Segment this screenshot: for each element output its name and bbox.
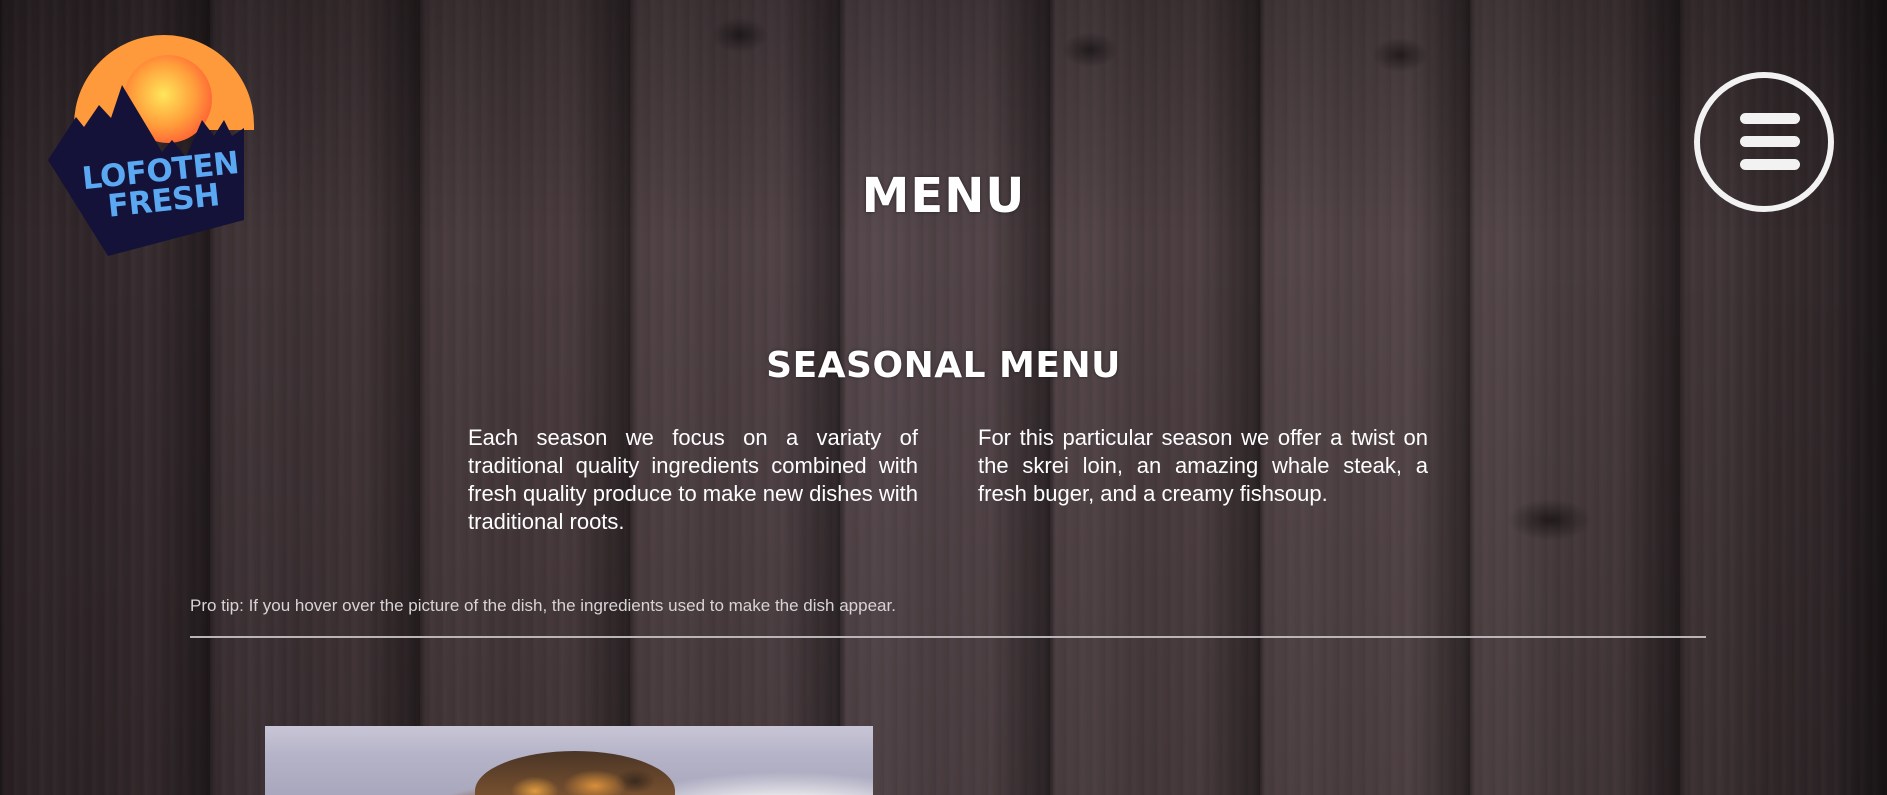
dish-image-card[interactable]: [265, 726, 873, 795]
logo-emblem-icon: [48, 35, 254, 256]
lofoten-fresh-logo[interactable]: LOFOTEN FRESH: [44, 30, 274, 260]
page: LOFOTEN FRESH MENU SEASONAL MENU Each se…: [0, 0, 1887, 795]
menu-bar-top: [1740, 113, 1800, 124]
seasonal-menu-title: SEASONAL MENU: [766, 345, 1121, 386]
pro-tip-text: Pro tip: If you hover over the picture o…: [190, 596, 896, 615]
seasonal-intro-text: Each season we focus on a variaty of tra…: [468, 425, 919, 534]
section-divider: [190, 636, 1706, 638]
dish-photo: [475, 751, 675, 795]
menu-bar-middle: [1740, 136, 1800, 147]
page-title: MENU: [861, 168, 1026, 224]
seasonal-offer-text: For this particular season we offer a tw…: [978, 425, 1428, 506]
